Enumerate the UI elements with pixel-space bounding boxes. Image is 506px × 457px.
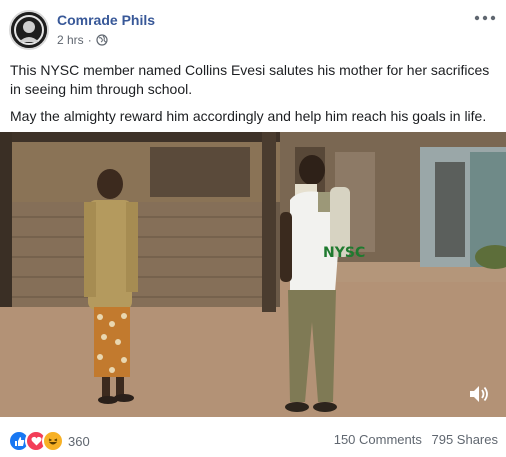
post-time[interactable]: 2 hrs	[57, 33, 84, 47]
post-text: This NYSC member named Collins Evesi sal…	[10, 61, 498, 134]
avatar[interactable]	[9, 10, 49, 50]
meta-separator: ·	[87, 33, 92, 47]
post-footer: 360 150 Comments 795 Shares	[0, 424, 506, 454]
author-name[interactable]: Comrade Phils	[57, 12, 155, 28]
shares-link[interactable]: 795 Shares	[432, 432, 499, 447]
post-paragraph-1: This NYSC member named Collins Evesi sal…	[10, 62, 490, 97]
uniform-text: NYSC	[323, 245, 365, 261]
comments-link[interactable]: 150 Comments	[334, 432, 422, 447]
video-frame: NYSC	[0, 132, 506, 417]
post-paragraph-2: May the almighty reward him accordingly …	[10, 108, 487, 124]
reaction-count: 360	[68, 433, 90, 449]
engagement-stats: 150 Comments 795 Shares	[334, 432, 498, 447]
more-options-icon[interactable]	[474, 12, 496, 22]
video-player[interactable]: NYSC	[0, 132, 506, 417]
haha-icon	[42, 430, 64, 452]
post-header: Comrade Phils 2 hrs ·	[0, 0, 506, 56]
reaction-summary[interactable]: 360	[8, 430, 90, 452]
post-meta: 2 hrs ·	[57, 33, 108, 47]
volume-icon[interactable]	[468, 384, 490, 404]
globe-icon	[96, 34, 108, 46]
